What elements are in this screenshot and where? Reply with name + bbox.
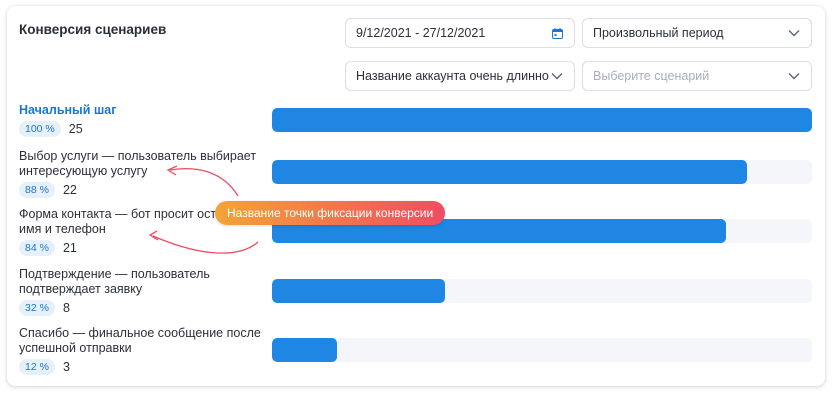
step-bar-fill <box>272 108 812 132</box>
period-select[interactable]: Произвольный период <box>582 18 812 48</box>
card-title: Конверсия сценариев <box>19 22 167 37</box>
scenario-placeholder: Выберите сценарий <box>593 69 710 83</box>
step-bar-track <box>272 108 812 132</box>
step-count: 25 <box>68 122 83 136</box>
calendar-icon <box>550 26 564 40</box>
step-bar-fill <box>272 279 445 303</box>
funnel-step: Начальный шаг 100 % 25 <box>19 103 269 137</box>
step-percent-badge: 12 % <box>19 359 55 375</box>
step-count: 21 <box>62 241 77 255</box>
period-value: Произвольный период <box>593 26 724 40</box>
chevron-down-icon <box>787 69 801 83</box>
step-percent-badge: 88 % <box>19 182 55 198</box>
scenario-select[interactable]: Выберите сценарий <box>582 61 812 91</box>
chevron-down-icon <box>550 69 564 83</box>
account-select[interactable]: Название аккаунта очень длинно... <box>345 61 575 91</box>
step-percent-badge: 32 % <box>19 300 55 316</box>
step-percent-badge: 100 % <box>19 121 61 137</box>
step-name: Выбор услуги — пользователь выбирает инт… <box>19 149 257 178</box>
step-name: Спасибо — финальное сообщение после успе… <box>19 326 261 355</box>
step-bar-track <box>272 338 812 362</box>
date-range-picker[interactable]: 9/12/2021 - 27/12/2021 <box>345 18 575 48</box>
chevron-down-icon <box>787 26 801 40</box>
step-percent-badge: 84 % <box>19 240 55 256</box>
step-bar-track <box>272 279 812 303</box>
conversion-point-annotation: Название точки фиксации конверсии <box>215 201 446 225</box>
step-name[interactable]: Начальный шаг <box>19 103 269 118</box>
funnel-step: Спасибо — финальное сообщение после успе… <box>19 326 269 375</box>
date-range-value: 9/12/2021 - 27/12/2021 <box>356 26 486 40</box>
step-bar-fill <box>272 338 337 362</box>
account-value: Название аккаунта очень длинно... <box>356 69 550 83</box>
funnel-step: Выбор услуги — пользователь выбирает инт… <box>19 149 269 198</box>
scenario-conversion-card: Конверсия сценариев 9/12/2021 - 27/12/20… <box>7 6 825 386</box>
step-name: Подтверждение — пользователь подтверждае… <box>19 267 210 296</box>
step-count: 3 <box>62 360 70 374</box>
step-bar-track <box>272 160 812 184</box>
step-count: 8 <box>62 301 70 315</box>
step-bar-fill <box>272 160 748 184</box>
funnel-step: Подтверждение — пользователь подтверждае… <box>19 267 269 316</box>
step-count: 22 <box>62 183 77 197</box>
